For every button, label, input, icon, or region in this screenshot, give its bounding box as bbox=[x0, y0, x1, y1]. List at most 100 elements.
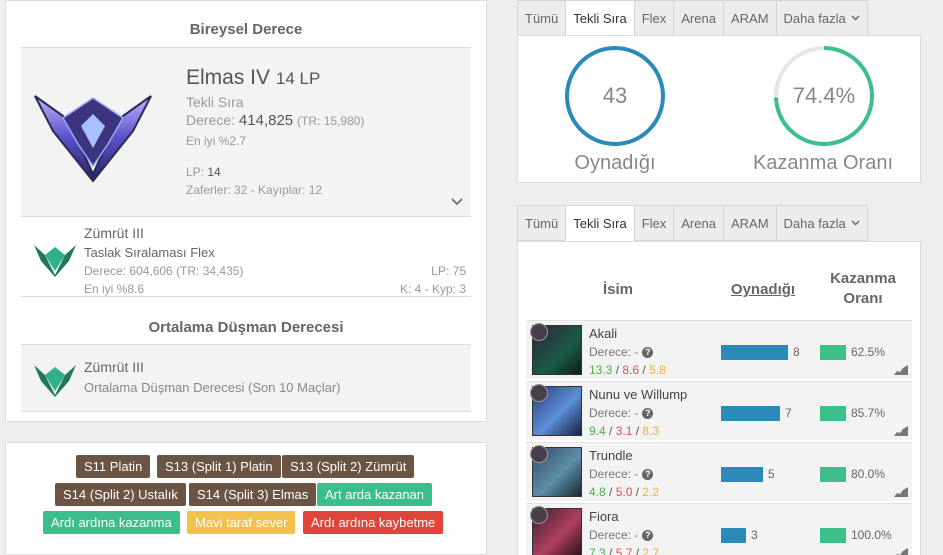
solo-rank-record: Zaferler: 32 - Kayıplar: 12 bbox=[186, 183, 323, 197]
tag-badge: S13 (Split 2) Zümrüt bbox=[282, 455, 415, 478]
column-played[interactable]: Oynadığı bbox=[723, 281, 803, 298]
tags-panel: S11 Platin S13 (Split 1) Platin S13 (Spl… bbox=[5, 442, 487, 555]
tab-arena[interactable]: Arena bbox=[673, 0, 723, 36]
tab-flex[interactable]: Flex bbox=[633, 0, 674, 36]
winrate-value: 100.0% bbox=[851, 528, 892, 542]
tag-badge: S13 (Split 1) Platin bbox=[157, 455, 281, 478]
champion-name[interactable]: Akali bbox=[589, 326, 617, 341]
solo-rank-card: Elmas IV 14 LP Tekli Sıra Derece: 414,82… bbox=[21, 47, 471, 217]
trend-chart-icon[interactable] bbox=[894, 548, 908, 555]
enemy-rank-card: Zümrüt III Ortalama Düşman Derecesi (Son… bbox=[21, 344, 471, 412]
champions-table: İsim Oynadığı Kazanma Oranı Akali Derece… bbox=[517, 241, 921, 555]
flex-rank-card: Zümrüt III Taslak Sıralaması Flex Derece… bbox=[21, 217, 471, 297]
rank-badge-icon bbox=[530, 384, 548, 402]
tag-badge: S14 (Split 3) Elmas bbox=[189, 483, 317, 506]
played-count: 5 bbox=[768, 467, 775, 481]
trend-chart-icon[interactable] bbox=[894, 426, 908, 436]
tab-solo[interactable]: Tekli Sıra bbox=[565, 205, 634, 241]
tag-badge: Mavi taraf sever bbox=[187, 511, 296, 534]
table-row[interactable]: Fiora Derece: -? 7.3 / 5.7 / 2.7 3 100.0… bbox=[526, 503, 912, 555]
champion-tabs: Tümü Tekli Sıra Flex Arena ARAM Daha faz… bbox=[517, 205, 868, 241]
help-icon[interactable]: ? bbox=[642, 347, 654, 359]
winrate-bar bbox=[820, 467, 846, 482]
played-bar bbox=[721, 345, 788, 360]
tab-flex[interactable]: Flex bbox=[633, 205, 674, 241]
trend-chart-icon[interactable] bbox=[894, 487, 908, 497]
emerald-emblem-icon bbox=[34, 365, 76, 397]
flex-rank-lp: LP: 75 bbox=[431, 264, 466, 278]
enemy-rank-title: Ortalama Düşman Derecesi bbox=[148, 319, 344, 336]
played-count: 7 bbox=[785, 406, 792, 420]
chevron-down-icon bbox=[851, 220, 860, 226]
help-icon[interactable]: ? bbox=[642, 469, 654, 481]
solo-rank-title: Bireysel Derece bbox=[189, 21, 303, 38]
tab-all[interactable]: Tümü bbox=[517, 205, 566, 241]
tab-aram[interactable]: ARAM bbox=[722, 205, 776, 241]
table-row[interactable]: Trundle Derece: -? 4.8 / 5.0 / 2.2 5 80.… bbox=[526, 442, 912, 501]
champion-kda: 4.8 / 5.0 / 2.2 bbox=[589, 485, 660, 499]
emerald-emblem-icon bbox=[34, 245, 76, 277]
enemy-rank-desc: Ortalama Düşman Derecesi (Son 10 Maçlar) bbox=[84, 380, 341, 395]
table-row[interactable]: Nunu ve Willump Derece: -? 9.4 / 3.1 / 8… bbox=[526, 381, 912, 440]
winrate-value: 85.7% bbox=[851, 406, 886, 420]
flex-rank-queue: Taslak Sıralaması Flex bbox=[84, 245, 215, 260]
winrate-value: 62.5% bbox=[851, 345, 886, 359]
rank-badge-icon bbox=[530, 506, 548, 524]
tab-all[interactable]: Tümü bbox=[517, 0, 566, 36]
winrate-bar bbox=[820, 406, 846, 421]
tag-badge: Ardı ardına kaybetme bbox=[303, 511, 444, 534]
chevron-down-icon bbox=[851, 15, 860, 21]
rank-panel: Bireysel Derece Elmas IV 14 LP Tekli Sır… bbox=[5, 0, 487, 422]
winrate-value: 80.0% bbox=[851, 467, 886, 481]
tab-aram[interactable]: ARAM bbox=[722, 0, 776, 36]
champion-name[interactable]: Fiora bbox=[589, 509, 619, 524]
champion-rank: Derece: -? bbox=[589, 467, 654, 481]
played-label: Oynadığı bbox=[574, 152, 656, 174]
played-count: 8 bbox=[793, 345, 800, 359]
tag-badge: Ardı ardına kazanma bbox=[43, 511, 180, 534]
help-icon[interactable]: ? bbox=[642, 408, 654, 420]
table-row[interactable]: Akali Derece: -? 13.3 / 8.6 / 5.8 8 62.5… bbox=[526, 320, 912, 379]
flex-rank-tier: Zümrüt III bbox=[84, 225, 144, 241]
tag-badge: S14 (Split 2) Ustalık bbox=[55, 483, 186, 506]
champion-rank: Derece: -? bbox=[589, 406, 654, 420]
tab-solo[interactable]: Tekli Sıra bbox=[565, 0, 634, 36]
champion-kda: 7.3 / 5.7 / 2.7 bbox=[589, 546, 660, 555]
flex-rank-top-percent: En iyi %8.6 bbox=[84, 282, 145, 296]
played-bar bbox=[721, 406, 780, 421]
solo-rank-tier: Elmas IV 14 LP bbox=[186, 66, 321, 89]
tab-more[interactable]: Daha fazla bbox=[775, 205, 868, 241]
tab-more[interactable]: Daha fazla bbox=[775, 0, 868, 36]
champion-rank: Derece: -? bbox=[589, 345, 654, 359]
trend-chart-icon[interactable] bbox=[894, 365, 908, 375]
flex-rank-record: K: 4 - Kyp: 3 bbox=[399, 282, 466, 296]
winrate-bar bbox=[820, 345, 846, 360]
diamond-emblem-icon bbox=[34, 95, 152, 183]
played-count: 3 bbox=[751, 528, 758, 542]
tab-arena[interactable]: Arena bbox=[673, 205, 723, 241]
solo-rank-lp: LP: 14 bbox=[186, 165, 221, 179]
played-value: 43 bbox=[602, 83, 628, 108]
champion-name[interactable]: Trundle bbox=[589, 448, 633, 463]
summary-panel: 43 Oynadığı 74.4% Kazanma Oranı bbox=[517, 35, 921, 183]
champion-kda: 13.3 / 8.6 / 5.8 bbox=[589, 363, 666, 377]
column-name[interactable]: İsim bbox=[588, 281, 648, 298]
flex-rank-ladder: Derece: 604,606 (TR: 34,435) bbox=[84, 264, 244, 278]
winrate-label: Kazanma Oranı bbox=[752, 152, 894, 174]
solo-rank-top-percent: En iyi %2.7 bbox=[186, 134, 247, 148]
played-bar bbox=[721, 467, 763, 482]
solo-rank-ladder: Derece: 414,825 (TR: 15,980) bbox=[186, 112, 365, 129]
column-winrate[interactable]: Kazanma Oranı bbox=[818, 270, 908, 307]
summary-tabs: Tümü Tekli Sıra Flex Arena ARAM Daha faz… bbox=[517, 0, 868, 36]
solo-rank-queue: Tekli Sıra bbox=[186, 94, 244, 110]
champion-rank: Derece: -? bbox=[589, 528, 654, 542]
champion-kda: 9.4 / 3.1 / 8.3 bbox=[589, 424, 660, 438]
tag-badge: S11 Platin bbox=[76, 455, 151, 478]
champion-name[interactable]: Nunu ve Willump bbox=[589, 387, 687, 402]
played-bar bbox=[721, 528, 746, 543]
winrate-value: 74.4% bbox=[792, 83, 856, 108]
enemy-rank-tier: Zümrüt III bbox=[84, 359, 144, 375]
chevron-down-icon[interactable] bbox=[451, 198, 463, 206]
help-icon[interactable]: ? bbox=[642, 530, 654, 542]
rank-badge-icon bbox=[530, 323, 548, 341]
